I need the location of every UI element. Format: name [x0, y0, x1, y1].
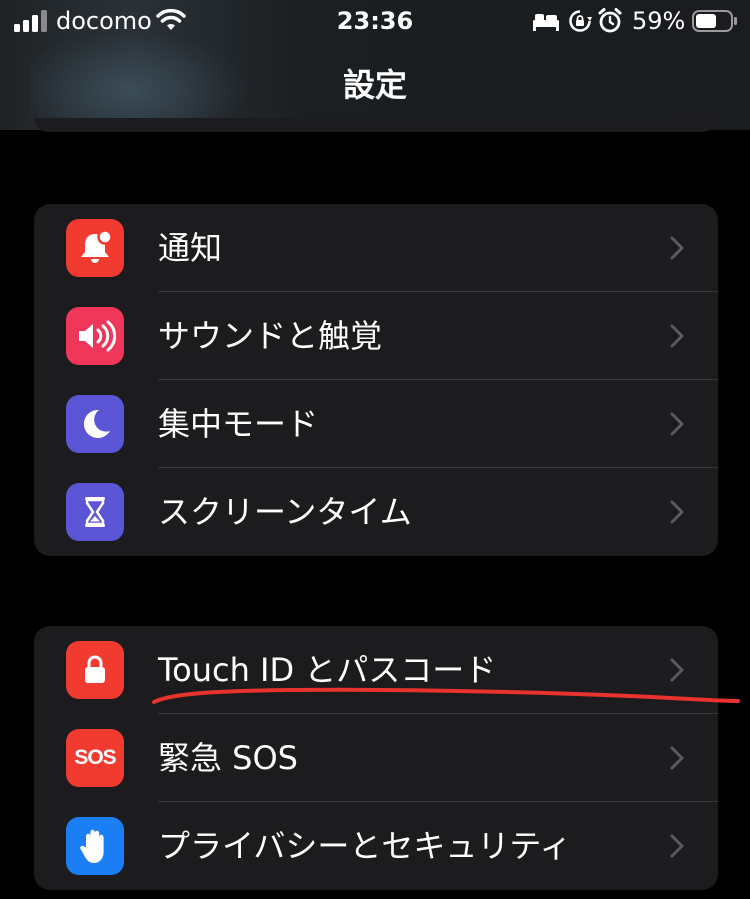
- status-bar: docomo 23:36 59%: [0, 0, 750, 44]
- speaker-wave-icon: [66, 307, 124, 365]
- alarm-clock-icon: [598, 8, 622, 33]
- chevron-right-icon: [670, 412, 684, 436]
- sos-icon: SOS: [66, 729, 124, 787]
- settings-row-label: サウンドと触覚: [158, 317, 383, 355]
- sos-icon-text: SOS: [74, 746, 116, 769]
- chevron-right-icon: [670, 500, 684, 524]
- settings-group-security: Touch ID とパスコード SOS 緊急 SOS プライバシーとセキュリティ: [34, 626, 718, 890]
- chevron-right-icon: [670, 746, 684, 770]
- settings-row-label: 緊急 SOS: [158, 739, 298, 777]
- lock-icon: [66, 641, 124, 699]
- hourglass-icon: [66, 483, 124, 541]
- settings-row-label: 通知: [158, 229, 223, 267]
- settings-row-privacy-security[interactable]: プライバシーとセキュリティ: [34, 802, 718, 890]
- chevron-right-icon: [670, 324, 684, 348]
- settings-row-label: スクリーンタイム: [158, 493, 412, 531]
- chevron-right-icon: [670, 834, 684, 858]
- orientation-lock-icon: [569, 10, 592, 32]
- bell-badge-icon: [66, 219, 124, 277]
- settings-row-emergency-sos[interactable]: SOS 緊急 SOS: [34, 714, 718, 802]
- previous-group-edge: [34, 118, 716, 132]
- moon-icon: [66, 395, 124, 453]
- settings-row-screen-time[interactable]: スクリーンタイム: [34, 468, 718, 556]
- settings-row-label: プライバシーとセキュリティ: [158, 827, 572, 865]
- settings-row-notifications[interactable]: 通知: [34, 204, 718, 292]
- settings-row-label: 集中モード: [158, 405, 319, 443]
- battery-icon: [692, 10, 737, 32]
- sleep-bed-icon: [533, 14, 559, 31]
- chevron-right-icon: [670, 658, 684, 682]
- settings-group-general: 通知 サウンドと触覚 集中モード スクリーンタイム: [34, 204, 718, 556]
- battery-percentage: 59%: [632, 7, 686, 35]
- page-title: 設定: [342, 66, 407, 104]
- navigation-header: docomo 23:36 59% 設定: [0, 0, 750, 130]
- settings-row-sounds[interactable]: サウンドと触覚: [34, 292, 718, 380]
- settings-row-focus[interactable]: 集中モード: [34, 380, 718, 468]
- hand-icon: [66, 817, 124, 875]
- red-underline-annotation: [152, 687, 740, 704]
- chevron-right-icon: [670, 236, 684, 260]
